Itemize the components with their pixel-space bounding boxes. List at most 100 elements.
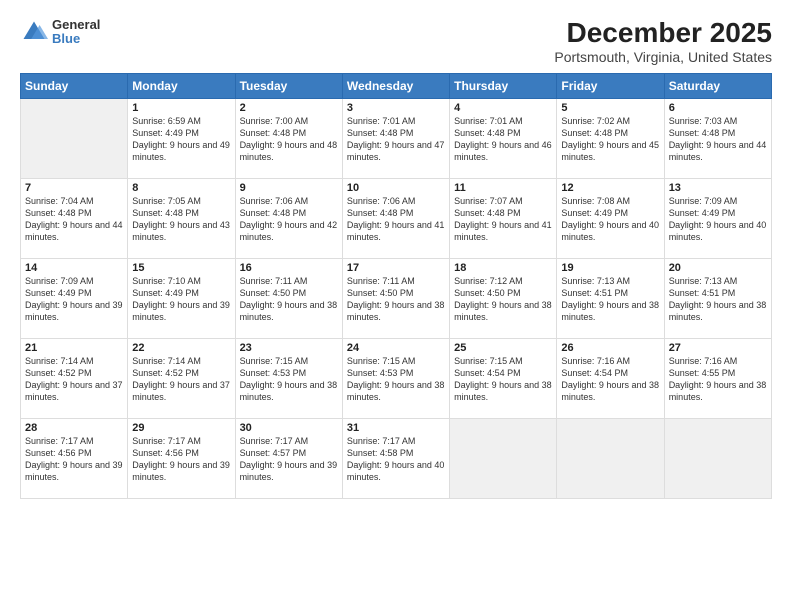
day-number: 7 (25, 182, 123, 194)
day-cell-0-1: 1Sunrise: 6:59 AMSunset: 4:49 PMDaylight… (128, 98, 235, 178)
title-block: December 2025 Portsmouth, Virginia, Unit… (554, 18, 772, 65)
day-info: Sunrise: 7:13 AMSunset: 4:51 PMDaylight:… (669, 275, 767, 324)
day-info: Sunrise: 7:11 AMSunset: 4:50 PMDaylight:… (240, 275, 338, 324)
day-info: Sunrise: 7:06 AMSunset: 4:48 PMDaylight:… (240, 195, 338, 244)
day-number: 4 (454, 102, 552, 114)
day-cell-2-2: 16Sunrise: 7:11 AMSunset: 4:50 PMDayligh… (235, 258, 342, 338)
day-info: Sunrise: 7:15 AMSunset: 4:53 PMDaylight:… (347, 355, 445, 404)
day-number: 14 (25, 262, 123, 274)
calendar-subtitle: Portsmouth, Virginia, United States (554, 49, 772, 65)
day-cell-3-0: 21Sunrise: 7:14 AMSunset: 4:52 PMDayligh… (21, 338, 128, 418)
day-cell-2-1: 15Sunrise: 7:10 AMSunset: 4:49 PMDayligh… (128, 258, 235, 338)
week-row-3: 14Sunrise: 7:09 AMSunset: 4:49 PMDayligh… (21, 258, 772, 338)
day-info: Sunrise: 7:06 AMSunset: 4:48 PMDaylight:… (347, 195, 445, 244)
header: General Blue December 2025 Portsmouth, V… (20, 18, 772, 65)
day-info: Sunrise: 7:05 AMSunset: 4:48 PMDaylight:… (132, 195, 230, 244)
day-info: Sunrise: 7:09 AMSunset: 4:49 PMDaylight:… (25, 275, 123, 324)
day-cell-2-0: 14Sunrise: 7:09 AMSunset: 4:49 PMDayligh… (21, 258, 128, 338)
day-number: 18 (454, 262, 552, 274)
day-info: Sunrise: 7:15 AMSunset: 4:53 PMDaylight:… (240, 355, 338, 404)
day-number: 28 (25, 422, 123, 434)
week-row-5: 28Sunrise: 7:17 AMSunset: 4:56 PMDayligh… (21, 418, 772, 498)
day-info: Sunrise: 7:17 AMSunset: 4:56 PMDaylight:… (25, 435, 123, 484)
logo-line2: Blue (52, 32, 100, 46)
day-cell-0-6: 6Sunrise: 7:03 AMSunset: 4:48 PMDaylight… (664, 98, 771, 178)
day-number: 20 (669, 262, 767, 274)
day-number: 3 (347, 102, 445, 114)
day-number: 23 (240, 342, 338, 354)
day-cell-4-0: 28Sunrise: 7:17 AMSunset: 4:56 PMDayligh… (21, 418, 128, 498)
day-cell-1-5: 12Sunrise: 7:08 AMSunset: 4:49 PMDayligh… (557, 178, 664, 258)
day-cell-3-5: 26Sunrise: 7:16 AMSunset: 4:54 PMDayligh… (557, 338, 664, 418)
day-cell-3-1: 22Sunrise: 7:14 AMSunset: 4:52 PMDayligh… (128, 338, 235, 418)
day-info: Sunrise: 7:16 AMSunset: 4:54 PMDaylight:… (561, 355, 659, 404)
day-cell-0-5: 5Sunrise: 7:02 AMSunset: 4:48 PMDaylight… (557, 98, 664, 178)
day-info: Sunrise: 7:15 AMSunset: 4:54 PMDaylight:… (454, 355, 552, 404)
page: General Blue December 2025 Portsmouth, V… (0, 0, 792, 612)
day-number: 27 (669, 342, 767, 354)
day-number: 9 (240, 182, 338, 194)
day-number: 15 (132, 262, 230, 274)
day-cell-0-4: 4Sunrise: 7:01 AMSunset: 4:48 PMDaylight… (450, 98, 557, 178)
day-info: Sunrise: 7:02 AMSunset: 4:48 PMDaylight:… (561, 115, 659, 164)
day-cell-2-4: 18Sunrise: 7:12 AMSunset: 4:50 PMDayligh… (450, 258, 557, 338)
day-number: 17 (347, 262, 445, 274)
logo-text: General Blue (52, 18, 100, 47)
day-cell-1-2: 9Sunrise: 7:06 AMSunset: 4:48 PMDaylight… (235, 178, 342, 258)
day-info: Sunrise: 7:14 AMSunset: 4:52 PMDaylight:… (132, 355, 230, 404)
header-tuesday: Tuesday (235, 73, 342, 98)
day-cell-1-3: 10Sunrise: 7:06 AMSunset: 4:48 PMDayligh… (342, 178, 449, 258)
day-info: Sunrise: 7:10 AMSunset: 4:49 PMDaylight:… (132, 275, 230, 324)
calendar-header-row: Sunday Monday Tuesday Wednesday Thursday… (21, 73, 772, 98)
header-friday: Friday (557, 73, 664, 98)
day-number: 16 (240, 262, 338, 274)
day-number: 1 (132, 102, 230, 114)
day-number: 12 (561, 182, 659, 194)
day-cell-2-3: 17Sunrise: 7:11 AMSunset: 4:50 PMDayligh… (342, 258, 449, 338)
day-number: 30 (240, 422, 338, 434)
day-info: Sunrise: 7:08 AMSunset: 4:49 PMDaylight:… (561, 195, 659, 244)
day-number: 21 (25, 342, 123, 354)
day-number: 25 (454, 342, 552, 354)
day-cell-4-5 (557, 418, 664, 498)
day-cell-0-2: 2Sunrise: 7:00 AMSunset: 4:48 PMDaylight… (235, 98, 342, 178)
day-cell-3-2: 23Sunrise: 7:15 AMSunset: 4:53 PMDayligh… (235, 338, 342, 418)
day-info: Sunrise: 6:59 AMSunset: 4:49 PMDaylight:… (132, 115, 230, 164)
day-cell-3-4: 25Sunrise: 7:15 AMSunset: 4:54 PMDayligh… (450, 338, 557, 418)
day-cell-0-0 (21, 98, 128, 178)
logo: General Blue (20, 18, 100, 47)
day-number: 6 (669, 102, 767, 114)
day-info: Sunrise: 7:14 AMSunset: 4:52 PMDaylight:… (25, 355, 123, 404)
day-info: Sunrise: 7:09 AMSunset: 4:49 PMDaylight:… (669, 195, 767, 244)
day-number: 8 (132, 182, 230, 194)
day-cell-4-6 (664, 418, 771, 498)
day-number: 29 (132, 422, 230, 434)
day-cell-3-3: 24Sunrise: 7:15 AMSunset: 4:53 PMDayligh… (342, 338, 449, 418)
day-info: Sunrise: 7:17 AMSunset: 4:56 PMDaylight:… (132, 435, 230, 484)
header-thursday: Thursday (450, 73, 557, 98)
day-number: 31 (347, 422, 445, 434)
week-row-1: 1Sunrise: 6:59 AMSunset: 4:49 PMDaylight… (21, 98, 772, 178)
day-info: Sunrise: 7:01 AMSunset: 4:48 PMDaylight:… (347, 115, 445, 164)
day-cell-4-3: 31Sunrise: 7:17 AMSunset: 4:58 PMDayligh… (342, 418, 449, 498)
day-info: Sunrise: 7:07 AMSunset: 4:48 PMDaylight:… (454, 195, 552, 244)
day-info: Sunrise: 7:11 AMSunset: 4:50 PMDaylight:… (347, 275, 445, 324)
day-number: 26 (561, 342, 659, 354)
logo-line1: General (52, 18, 100, 32)
day-number: 19 (561, 262, 659, 274)
header-wednesday: Wednesday (342, 73, 449, 98)
day-number: 24 (347, 342, 445, 354)
day-cell-3-6: 27Sunrise: 7:16 AMSunset: 4:55 PMDayligh… (664, 338, 771, 418)
day-info: Sunrise: 7:01 AMSunset: 4:48 PMDaylight:… (454, 115, 552, 164)
day-number: 22 (132, 342, 230, 354)
day-cell-4-2: 30Sunrise: 7:17 AMSunset: 4:57 PMDayligh… (235, 418, 342, 498)
day-cell-0-3: 3Sunrise: 7:01 AMSunset: 4:48 PMDaylight… (342, 98, 449, 178)
day-cell-1-1: 8Sunrise: 7:05 AMSunset: 4:48 PMDaylight… (128, 178, 235, 258)
day-cell-4-1: 29Sunrise: 7:17 AMSunset: 4:56 PMDayligh… (128, 418, 235, 498)
week-row-2: 7Sunrise: 7:04 AMSunset: 4:48 PMDaylight… (21, 178, 772, 258)
day-number: 2 (240, 102, 338, 114)
day-number: 11 (454, 182, 552, 194)
day-info: Sunrise: 7:00 AMSunset: 4:48 PMDaylight:… (240, 115, 338, 164)
day-cell-2-5: 19Sunrise: 7:13 AMSunset: 4:51 PMDayligh… (557, 258, 664, 338)
calendar-title: December 2025 (554, 18, 772, 49)
